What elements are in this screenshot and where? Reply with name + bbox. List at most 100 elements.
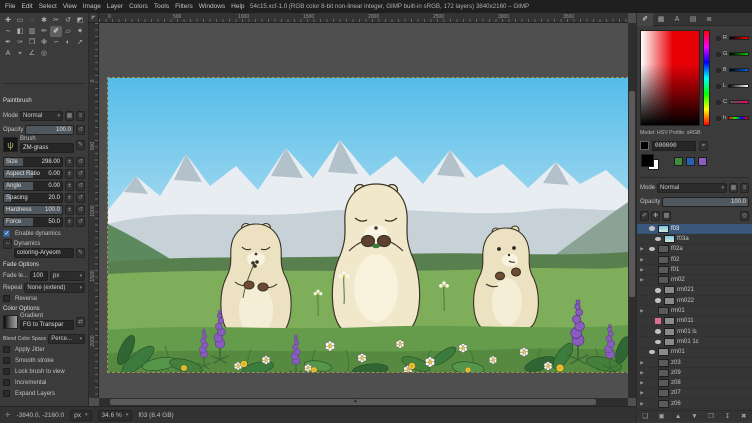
palettes-tab-icon[interactable]: ▤ (685, 13, 701, 26)
gradient-thumbnail[interactable] (3, 315, 18, 329)
visibility-eye-icon[interactable] (653, 329, 662, 334)
delete-layer-button[interactable]: ✖ (737, 411, 750, 422)
force-reset-icon[interactable]: ↺ (76, 217, 85, 227)
brush-edit-icon[interactable]: ✎ (76, 140, 85, 150)
patterns-tab-icon[interactable]: ▦ (653, 13, 669, 26)
incremental-row[interactable]: Incremental (3, 377, 85, 388)
layer-row[interactable]: rm01 (637, 348, 752, 358)
brush-thumbnail[interactable]: ψ (3, 137, 18, 152)
apply-jitter-checkbox[interactable] (3, 346, 10, 353)
color-history-swatch[interactable] (674, 157, 683, 166)
layer-mode-dropdown[interactable]: Normal ▾ (657, 183, 727, 193)
horizontal-ruler[interactable]: 0 500 1000 1500 2000 2500 3000 3500 (99, 13, 628, 23)
apply-jitter-row[interactable]: Apply Jitter (3, 344, 85, 355)
gradient-field[interactable]: FG to Transpar (20, 320, 74, 330)
expander-icon[interactable]: ▶ (639, 257, 645, 263)
menu-image[interactable]: Image (83, 3, 101, 10)
raise-layer-button[interactable]: ▲ (672, 411, 685, 422)
layer-row[interactable]: rm01 ls (637, 327, 752, 337)
channel-blue[interactable]: B (714, 62, 751, 78)
tool-eraser-icon[interactable]: ▱ (62, 26, 74, 37)
lock-position-icon[interactable]: ✚ (651, 211, 660, 221)
vertical-ruler[interactable]: 0 500 1000 1500 2000 (89, 23, 99, 398)
hue-slider[interactable] (703, 30, 710, 126)
dynamics-edit-icon[interactable]: ✎ (76, 248, 85, 258)
lock-pixels-icon[interactable]: ✐ (640, 211, 649, 221)
opacity-reset-icon[interactable]: ↺ (76, 125, 85, 135)
size-stepper[interactable]: ± (65, 157, 74, 167)
visibility-eye-icon[interactable] (653, 288, 662, 293)
expander-icon[interactable]: ▶ (639, 308, 645, 314)
color-options-header[interactable]: Color Options (3, 306, 40, 312)
lock-alpha-icon[interactable]: ▩ (662, 211, 671, 221)
layer-row[interactable]: rm021 (637, 286, 752, 296)
layer-row[interactable]: rm022 (637, 296, 752, 306)
lower-layer-button[interactable]: ▼ (688, 411, 701, 422)
smooth-stroke-row[interactable]: Smooth stroke (3, 355, 85, 366)
brushes-tab-icon[interactable]: ✐ (637, 13, 653, 26)
vscroll-thumb[interactable] (629, 91, 635, 297)
expander-icon[interactable]: ▶ (639, 246, 645, 252)
menu-view[interactable]: View (63, 3, 77, 10)
repeat-dropdown[interactable]: None (extend) ▾ (24, 283, 85, 293)
tool-dodge-burn-icon[interactable]: ◐ (62, 37, 74, 48)
spacing-stepper[interactable]: ± (65, 193, 74, 203)
ruler-corner-button[interactable]: ◤ (89, 13, 99, 23)
anchor-layer-button[interactable]: ↧ (721, 411, 734, 422)
angle-stepper[interactable]: ± (65, 181, 74, 191)
fade-options-header[interactable]: Fade Options (3, 262, 39, 268)
channel-bar[interactable] (729, 52, 749, 56)
tool-clone-icon[interactable]: ❐ (26, 37, 38, 48)
layer-row[interactable]: ▶f01 (637, 265, 752, 275)
color-history-swatch[interactable] (686, 157, 695, 166)
channel-chroma[interactable]: C (714, 94, 751, 110)
color-history-swatch[interactable] (698, 157, 707, 166)
gradient-reverse-icon[interactable]: ⇄ (76, 317, 85, 327)
aspect-ratio-slider[interactable]: Aspect Ratio 0.00 (3, 169, 63, 179)
force-slider[interactable]: Force 50.0 (3, 217, 63, 227)
layer-search-icon[interactable]: ◎ (740, 211, 749, 221)
fade-unit-dropdown[interactable]: px ▾ (50, 271, 85, 281)
mode-menu-icon[interactable]: ≡ (76, 111, 85, 121)
layer-mode-menu-icon[interactable]: ≡ (740, 183, 749, 193)
zoom-dropdown[interactable]: 34.6 % ▾ (98, 410, 133, 421)
size-slider[interactable]: Size 298.00 (3, 157, 63, 167)
channel-red[interactable]: R (714, 30, 751, 46)
visibility-eye-icon[interactable] (647, 226, 656, 231)
opacity-slider[interactable]: 100.0 (25, 125, 74, 135)
angle-reset-icon[interactable]: ↺ (76, 181, 85, 191)
dynamics-field[interactable]: coloring-Aryeom (14, 248, 74, 258)
tool-measure-icon[interactable]: ∠ (26, 48, 38, 59)
size-reset-icon[interactable]: ↺ (76, 157, 85, 167)
tool-paintbrush-icon[interactable]: ✐ (50, 26, 62, 37)
layer-row[interactable]: rm011 (637, 317, 752, 327)
menu-edit[interactable]: Edit (21, 3, 32, 10)
tool-smudge-icon[interactable]: ∽ (50, 37, 62, 48)
tool-color-picker-icon[interactable]: ⌖ (14, 48, 26, 59)
visibility-eye-icon[interactable] (653, 340, 662, 345)
tool-heal-icon[interactable]: ✙ (38, 37, 50, 48)
tool-warp-icon[interactable]: ∼ (2, 26, 14, 37)
visibility-eye-icon[interactable] (647, 350, 656, 355)
channel-green[interactable]: G (714, 46, 751, 62)
expand-layers-row[interactable]: Expand Layers (3, 388, 85, 399)
reverse-checkbox[interactable] (3, 295, 10, 302)
channel-bar[interactable] (729, 100, 749, 104)
brush-name-field[interactable]: ZM-grass (20, 143, 74, 153)
layer-mode-switch-icon[interactable]: ▦ (729, 183, 738, 193)
tool-crop-icon[interactable]: ✂ (50, 15, 62, 26)
expander-icon[interactable]: ▶ (639, 390, 645, 396)
hardness-stepper[interactable]: ± (65, 205, 74, 215)
channel-hue-lch[interactable]: h (714, 110, 751, 126)
new-layer-button[interactable]: ❏ (639, 411, 652, 422)
aspect-reset-icon[interactable]: ↺ (76, 169, 85, 179)
canvas-image[interactable] (108, 78, 628, 372)
saturation-value-square[interactable] (640, 30, 700, 126)
layer-row[interactable]: ▶z09 (637, 368, 752, 378)
expander-icon[interactable]: ▶ (639, 370, 645, 376)
blend-space-dropdown[interactable]: Perce... ▾ (48, 334, 85, 344)
spacing-reset-icon[interactable]: ↺ (76, 193, 85, 203)
expander-icon[interactable]: ▶ (639, 380, 645, 386)
layer-row[interactable]: ▶z03 (637, 358, 752, 368)
incremental-checkbox[interactable] (3, 379, 10, 386)
